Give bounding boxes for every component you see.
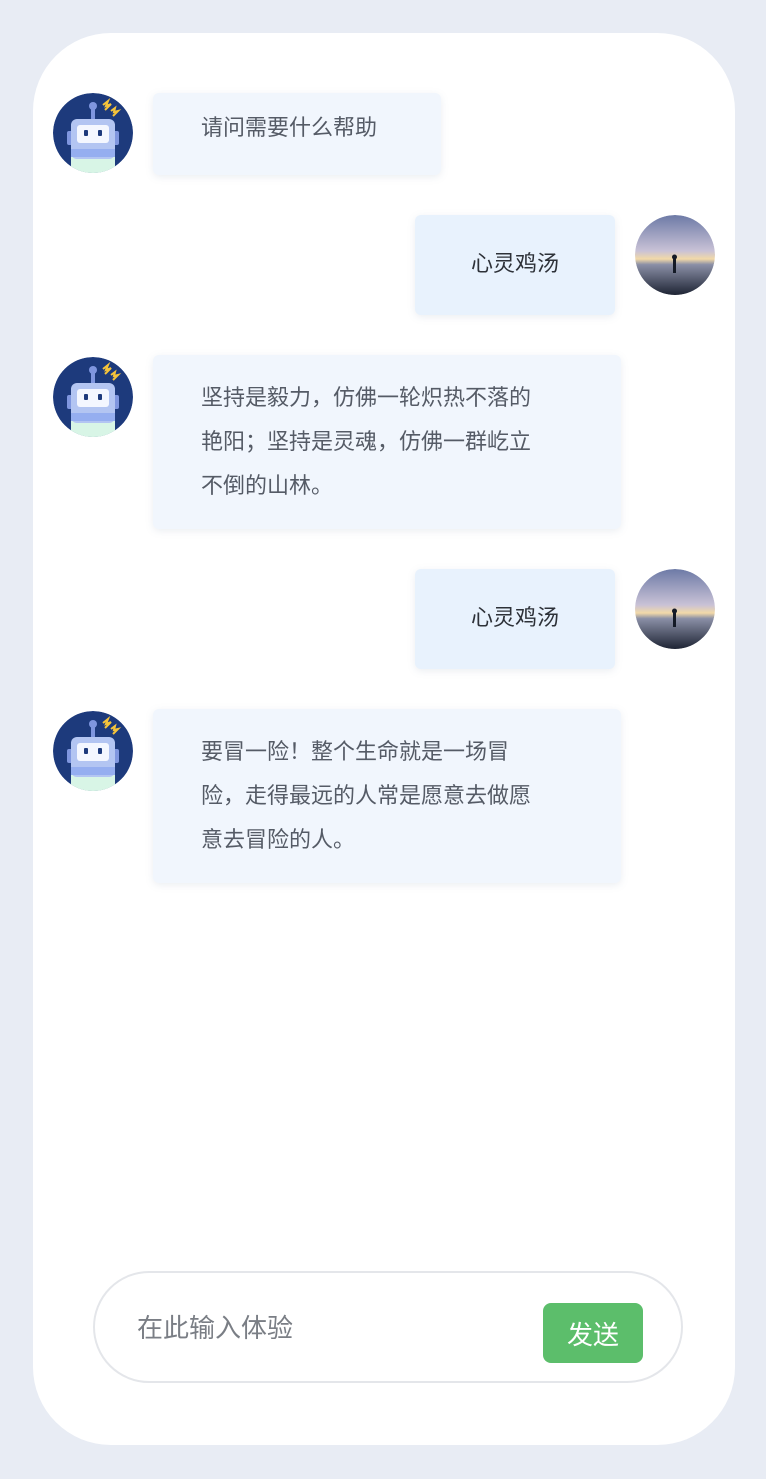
robot-avatar-icon [53, 357, 133, 437]
chat-screen: 请问需要什么帮助 心灵鸡汤 坚持是毅力，仿佛一轮炽热不落的 艳阳；坚持是灵魂，仿… [33, 33, 735, 1445]
user-avatar [635, 569, 715, 649]
bot-avatar [53, 93, 133, 173]
bot-avatar [53, 357, 133, 437]
user-avatar [635, 215, 715, 295]
send-button[interactable]: 发送 [543, 1303, 643, 1363]
phone-frame: 请问需要什么帮助 心灵鸡汤 坚持是毅力，仿佛一轮炽热不落的 艳阳；坚持是灵魂，仿… [0, 0, 766, 1479]
robot-avatar-icon [53, 711, 133, 791]
bot-message-bubble: 要冒一险！整个生命就是一场冒 险，走得最远的人常是愿意去做愿 意去冒险的人。 [153, 709, 621, 883]
bot-message-bubble: 请问需要什么帮助 [153, 93, 441, 175]
message-input-bar: 发送 [93, 1271, 683, 1383]
robot-avatar-icon [53, 93, 133, 173]
user-message-bubble: 心灵鸡汤 [415, 215, 615, 315]
bot-avatar [53, 711, 133, 791]
bot-message-bubble: 坚持是毅力，仿佛一轮炽热不落的 艳阳；坚持是灵魂，仿佛一群屹立 不倒的山林。 [153, 355, 621, 529]
user-message-bubble: 心灵鸡汤 [415, 569, 615, 669]
user-photo-avatar [635, 215, 715, 295]
user-photo-avatar [635, 569, 715, 649]
message-input[interactable] [135, 1303, 519, 1355]
